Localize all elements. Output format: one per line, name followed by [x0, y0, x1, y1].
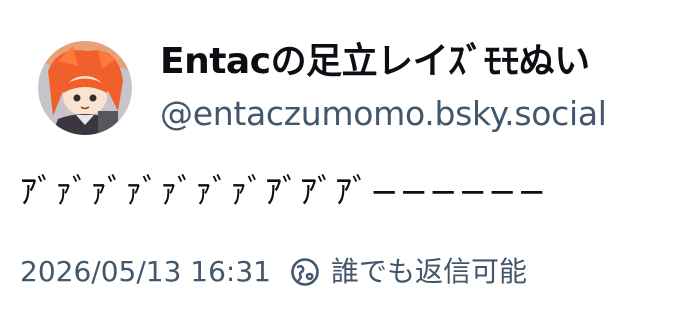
reply-setting-label: 誰でも返信可能 — [330, 255, 527, 288]
post-timestamp[interactable]: 2026/05/13 16:31 — [20, 250, 271, 294]
reply-setting[interactable]: 誰でも返信可能 — [289, 250, 527, 294]
post-text: ｱﾞｧﾞｧﾞｧﾞｧﾞｧﾞｧﾞｱﾞｱﾞｱﾞ−−−−−− — [20, 172, 547, 212]
avatar[interactable] — [38, 41, 132, 135]
author-handle[interactable]: @entaczumomo.bsky.social — [160, 92, 607, 136]
display-name[interactable]: Entacの足立レイｽﾞﾓﾓぬい — [160, 38, 590, 86]
post-meta: 2026/05/13 16:31 誰でも返信可能 — [20, 250, 527, 294]
globe-reply-icon — [289, 256, 321, 288]
avatar-image — [38, 41, 132, 135]
post-card: Entacの足立レイｽﾞﾓﾓぬい @entaczumomo.bsky.socia… — [0, 0, 678, 317]
